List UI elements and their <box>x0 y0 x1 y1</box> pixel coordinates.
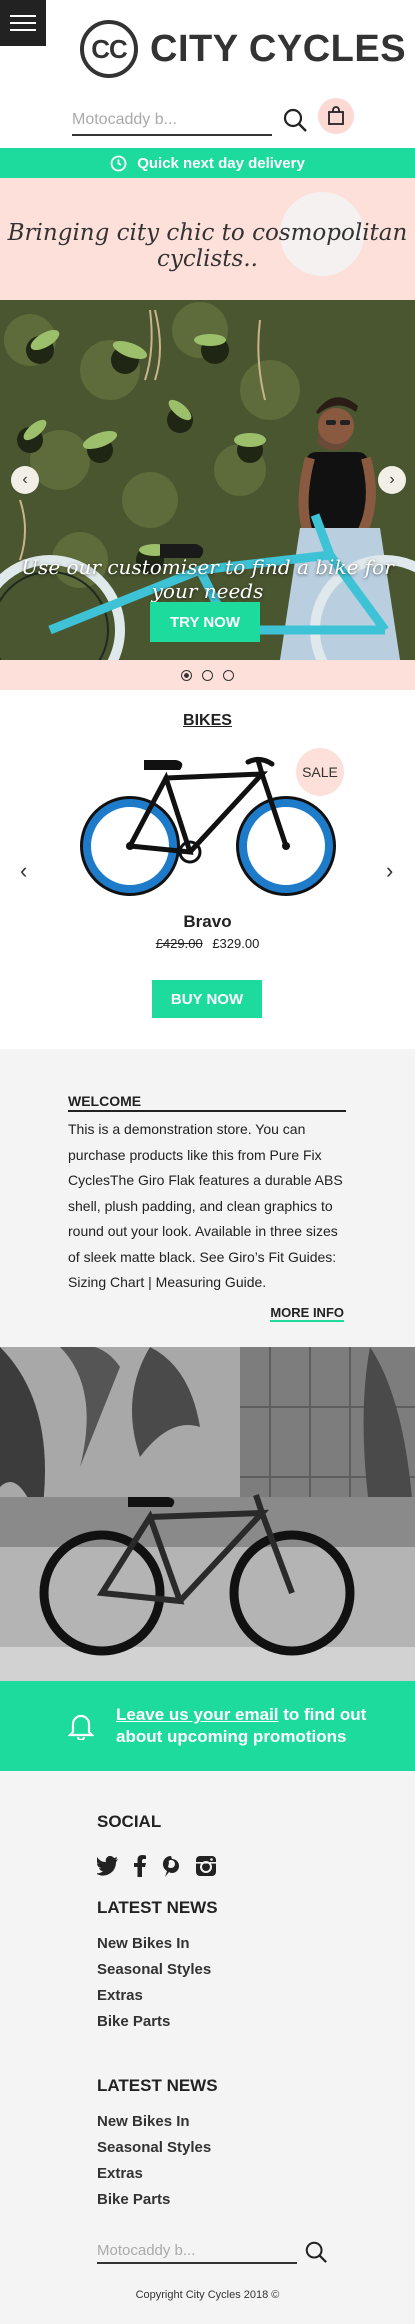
latest-news-heading-2: LATEST NEWS <box>97 2076 218 2095</box>
product-next-button[interactable]: › <box>386 858 393 884</box>
search-bar <box>0 92 415 148</box>
promo-text-line2: about upcoming promotions <box>116 1727 347 1746</box>
slider-dot-2[interactable] <box>202 669 213 681</box>
social-links <box>97 1855 217 1877</box>
buy-now-button[interactable]: BUY NOW <box>152 980 262 1018</box>
news-link[interactable]: New Bikes In <box>97 1931 211 1957</box>
email-promo-band: Leave us your email to find out about up… <box>0 1681 415 1771</box>
slider-dot-1[interactable] <box>181 669 192 681</box>
hamburger-icon-line <box>10 22 36 24</box>
facebook-icon[interactable] <box>133 1855 147 1877</box>
news-link[interactable]: Seasonal Styles <box>97 1957 211 1983</box>
twitter-icon[interactable] <box>97 1856 119 1876</box>
more-info-link[interactable]: MORE INFO <box>270 1305 344 1322</box>
news-link[interactable]: Seasonal Styles <box>97 2135 211 2161</box>
site-header: CC CITY CYCLES <box>0 0 415 92</box>
site-footer: SOCIAL LATEST NEWS New Bikes In Seasonal… <box>0 1771 415 2324</box>
welcome-text: This is a demonstration store. You can p… <box>68 1121 343 1290</box>
delivery-bar: Quick next day delivery <box>0 148 415 178</box>
product-name[interactable]: Bravo <box>0 912 415 932</box>
hamburger-icon-line <box>10 15 36 17</box>
news-link[interactable]: New Bikes In <box>97 2109 211 2135</box>
hero-prev-button[interactable]: ‹ <box>11 466 39 494</box>
products-heading[interactable]: BIKES <box>0 712 415 730</box>
slider-dots <box>0 660 415 690</box>
hero-slider: ‹ › Use our customiser to find a bike fo… <box>0 300 415 660</box>
welcome-section: WELCOME This is a demonstration store. Y… <box>0 1049 415 1347</box>
pinterest-icon[interactable] <box>161 1855 181 1877</box>
clock-icon <box>110 155 127 171</box>
instagram-icon[interactable] <box>195 1855 217 1877</box>
search-input[interactable] <box>72 106 272 136</box>
email-signup-link[interactable]: Leave us your email <box>116 1705 279 1724</box>
site-logo[interactable]: CC CITY CYCLES <box>80 20 406 78</box>
footer-search-input[interactable] <box>97 2238 297 2264</box>
news-link[interactable]: Bike Parts <box>97 2009 211 2035</box>
social-heading: SOCIAL <box>97 1812 162 1831</box>
delivery-text: Quick next day delivery <box>137 154 305 172</box>
slider-dot-3[interactable] <box>223 669 234 681</box>
latest-news-list-2: New Bikes In Seasonal Styles Extras Bike… <box>97 2109 211 2213</box>
copyright-text: Copyright City Cycles 2018 © <box>135 2289 280 2301</box>
promo-text: Leave us your email to find out about up… <box>116 1704 366 1748</box>
news-link[interactable]: Extras <box>97 1983 211 2009</box>
tagline-text: Bringing city chic to cosmopolitan cycli… <box>7 220 408 272</box>
bell-icon <box>68 1714 94 1740</box>
hero-next-button[interactable]: › <box>378 466 406 494</box>
shopping-bag-icon <box>328 106 344 125</box>
product-price: £429.00 £329.00 <box>0 936 415 951</box>
search-icon[interactable] <box>304 2240 328 2264</box>
cart-button[interactable] <box>318 98 354 134</box>
promo-text-line1: to find out <box>278 1705 367 1724</box>
lifestyle-image <box>0 1347 415 1681</box>
product-old-price: £429.00 <box>155 936 203 951</box>
latest-news-list-1: New Bikes In Seasonal Styles Extras Bike… <box>97 1931 211 2035</box>
tagline-banner: Bringing city chic to cosmopolitan cycli… <box>0 178 415 300</box>
product-prev-button[interactable]: ‹ <box>20 858 27 884</box>
product-image[interactable] <box>72 748 344 898</box>
latest-news-heading-1: LATEST NEWS <box>97 1898 218 1917</box>
logo-mark: CC <box>80 20 138 78</box>
menu-button[interactable] <box>0 0 46 46</box>
logo-text: CITY CYCLES <box>150 27 407 70</box>
news-link[interactable]: Bike Parts <box>97 2187 211 2213</box>
try-now-button[interactable]: TRY NOW <box>150 602 260 642</box>
welcome-title: WELCOME <box>68 1093 346 1112</box>
search-icon[interactable] <box>282 107 308 133</box>
product-carousel: BIKES SALE ‹ › Bravo £429.00 £329.00 BUY… <box>0 690 415 1049</box>
news-link[interactable]: Extras <box>97 2161 211 2187</box>
product-sale-price: £329.00 <box>212 936 260 951</box>
hamburger-icon-line <box>10 29 36 31</box>
hero-caption: Use our customiser to find a bike for yo… <box>21 555 394 603</box>
